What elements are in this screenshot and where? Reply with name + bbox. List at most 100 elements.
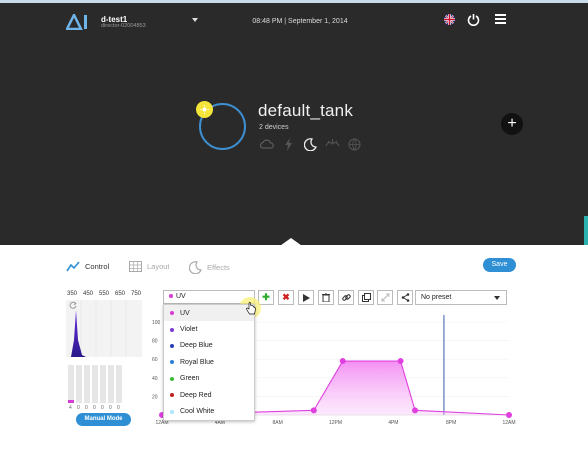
tank-device-count: 2 devices (259, 124, 289, 131)
chart-line-icon (66, 261, 80, 272)
channel-slider[interactable] (108, 365, 114, 403)
tab-control[interactable]: Control (66, 261, 109, 272)
channel-option-label: Royal Blue (180, 358, 214, 366)
wavelength-label: 450 (83, 291, 94, 297)
channel-color-dot (170, 376, 174, 381)
play-icon (302, 293, 310, 302)
power-icon[interactable] (467, 13, 480, 26)
save-button[interactable]: Save (483, 258, 516, 272)
x-tick-label: 12AM (502, 420, 515, 426)
add-device-button[interactable]: + (501, 113, 523, 135)
channel-option-label: Cool White (180, 408, 215, 416)
link-button[interactable] (338, 290, 354, 305)
channel-option-label: UV (180, 309, 190, 317)
refresh-icon[interactable] (69, 301, 77, 309)
uk-flag-icon[interactable] (444, 14, 455, 25)
channel-slider[interactable] (100, 365, 106, 403)
hamburger-menu-icon[interactable] (495, 14, 506, 24)
y-tick-label: 60 (152, 357, 158, 363)
tab-effects[interactable]: Effects (189, 261, 230, 274)
preset-select[interactable]: No preset (415, 290, 507, 305)
data-point[interactable] (397, 358, 404, 365)
tab-layout-label: Layout (147, 262, 170, 271)
channel-option-label: Violet (180, 326, 198, 334)
channel-option[interactable]: Royal Blue (164, 354, 254, 370)
channel-option-label: Green (180, 375, 200, 383)
acclimation-icon[interactable] (324, 136, 340, 152)
add-point-button[interactable]: ✚ (258, 290, 274, 305)
slider-value: 4 (69, 405, 72, 411)
tank-mode-icons (258, 136, 362, 152)
channel-color-dot (169, 294, 173, 299)
wavelength-label: 350 (67, 291, 78, 297)
account-id: director-02004853 (101, 23, 146, 29)
control-panel: Control Layout Effects Save 350 450 550 … (0, 245, 588, 453)
channel-option[interactable]: Deep Blue (164, 338, 254, 354)
hand-cursor-icon (246, 302, 256, 315)
share-icon (401, 293, 409, 302)
x-tick-label: 12PM (329, 420, 342, 426)
copy-icon (361, 293, 371, 302)
datetime: 08:48 PM | September 1, 2014 (252, 18, 348, 25)
account-dropdown-caret[interactable] (192, 18, 198, 22)
channel-select-value: UV (176, 293, 186, 300)
channel-dropdown-menu: UV Violet Deep Blue Royal Blue Green Dee… (163, 304, 255, 421)
channel-option-label: Deep Red (180, 391, 212, 399)
channel-color-dot (170, 393, 174, 398)
channel-slider[interactable] (76, 365, 82, 403)
data-point[interactable] (310, 407, 317, 414)
slider-value: 0 (93, 405, 96, 411)
cloud-icon[interactable] (258, 136, 274, 152)
channel-option[interactable]: Deep Red (164, 387, 254, 403)
effects-moon-icon (189, 261, 202, 274)
channel-option[interactable]: Green (164, 371, 254, 387)
channel-slider[interactable] (84, 365, 90, 403)
moon-icon[interactable] (302, 136, 318, 152)
channel-color-dot (170, 343, 174, 348)
tank-name: default_tank (258, 101, 354, 120)
channel-option-label: Deep Blue (180, 342, 213, 350)
channel-slider[interactable] (116, 365, 122, 403)
tab-layout[interactable]: Layout (129, 261, 170, 272)
tab-control-label: Control (85, 262, 110, 271)
share-button[interactable] (397, 290, 413, 305)
channel-option[interactable]: UV (164, 305, 254, 322)
trash-icon (322, 293, 330, 302)
wavelength-label: 650 (115, 291, 126, 297)
data-point[interactable] (339, 358, 346, 365)
channel-color-dot (170, 360, 174, 365)
channel-option[interactable]: Cool White (164, 403, 254, 419)
channel-slider[interactable] (68, 365, 74, 403)
data-point[interactable] (412, 407, 419, 414)
x-tick-label: 8PM (446, 420, 456, 426)
tab-effects-label: Effects (207, 263, 230, 272)
y-tick-label: 40 (152, 376, 158, 382)
x-tick-label: 4PM (388, 420, 398, 426)
expand-icon (381, 293, 389, 302)
channel-option[interactable]: Violet (164, 321, 254, 337)
slider-value: 0 (101, 405, 104, 411)
slider-value: 0 (117, 405, 120, 411)
y-tick-label: 100 (152, 320, 161, 326)
slider-value: 0 (77, 405, 80, 411)
data-point[interactable] (506, 412, 512, 418)
chevron-down-icon (494, 296, 500, 300)
slider-value: 0 (85, 405, 88, 411)
trash-button[interactable] (318, 290, 334, 305)
slider-value: 0 (109, 405, 112, 411)
channel-slider[interactable] (92, 365, 98, 403)
manual-mode-button[interactable]: Manual Mode (76, 413, 131, 426)
channel-color-dot (170, 311, 174, 316)
delete-point-button[interactable]: ✖ (278, 290, 294, 305)
channel-color-dot (170, 409, 174, 414)
grid-icon (129, 261, 142, 272)
play-button[interactable] (298, 290, 314, 305)
globe-icon[interactable] (346, 136, 362, 152)
y-tick-label: 20 (152, 394, 158, 400)
spectrum-graph (66, 300, 142, 357)
expand-button[interactable] (377, 290, 393, 305)
header: d-test1 director-02004853 08:48 PM | Sep… (0, 3, 588, 248)
lightning-icon[interactable] (280, 136, 296, 152)
copy-button[interactable] (358, 290, 374, 305)
wavelength-label: 550 (99, 291, 110, 297)
